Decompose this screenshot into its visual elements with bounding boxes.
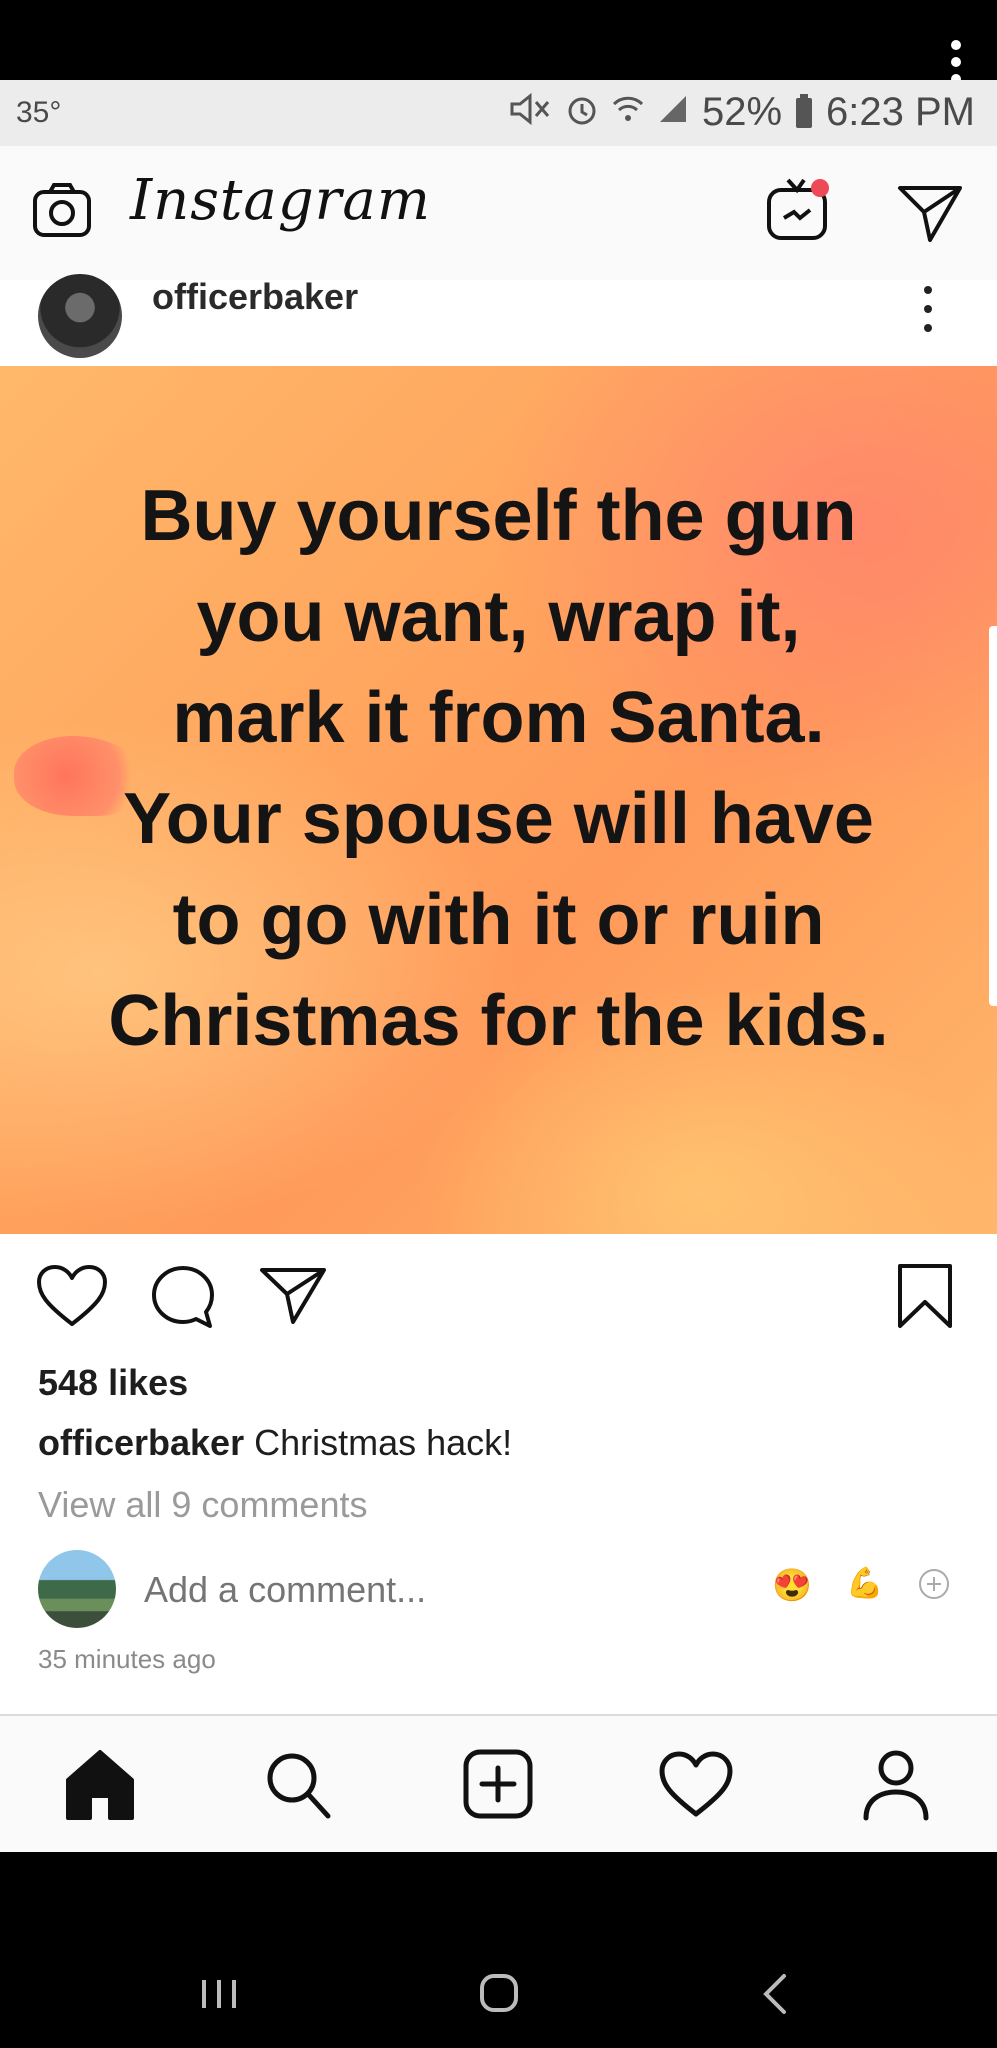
current-user-avatar (38, 1550, 116, 1628)
scroll-handle[interactable] (989, 626, 997, 1006)
bookmark-icon[interactable] (896, 1262, 954, 1330)
quick-emoji-muscle[interactable]: 💪 (846, 1566, 883, 1601)
camera-icon[interactable] (32, 182, 92, 238)
activity-heart-icon[interactable] (656, 1744, 736, 1824)
app-header: Instagram (0, 146, 997, 282)
battery-icon (796, 93, 813, 128)
quick-emoji-heart-eyes[interactable]: 😍 (772, 1566, 812, 1604)
mute-icon (508, 92, 552, 133)
post-body: 548 likes officerbaker Christmas hack! V… (0, 1234, 997, 1714)
post-caption: officerbaker Christmas hack! (38, 1422, 512, 1464)
like-heart-icon[interactable] (36, 1264, 108, 1328)
battery-percent: 52% (701, 90, 783, 134)
profile-icon[interactable] (856, 1744, 936, 1824)
back-icon[interactable] (760, 1972, 790, 2016)
caption-text: Christmas hack! (254, 1422, 513, 1463)
share-icon[interactable] (258, 1264, 328, 1326)
search-icon[interactable] (258, 1744, 338, 1824)
post-header: officerbaker (0, 274, 997, 366)
status-bar: 35° 52% 6:23 PM (0, 80, 997, 146)
post-image-text: Buy yourself the gun you want, wrap it, … (0, 466, 997, 1072)
top-black-strip (0, 0, 997, 84)
post-username[interactable]: officerbaker (152, 276, 358, 318)
avatar[interactable] (38, 274, 122, 358)
status-time: 6:23 PM (826, 90, 975, 134)
add-emoji-icon[interactable] (918, 1568, 950, 1600)
post-text-line: Buy yourself the gun (140, 476, 857, 556)
bottom-navigation (0, 1714, 997, 1854)
view-all-comments-link[interactable]: View all 9 comments (38, 1484, 367, 1526)
comment-icon[interactable] (150, 1264, 216, 1330)
alarm-icon (566, 92, 598, 133)
post-image[interactable]: Buy yourself the gun you want, wrap it, … (0, 366, 997, 1234)
caption-username[interactable]: officerbaker (38, 1422, 244, 1463)
likes-count[interactable]: 548 likes (38, 1362, 188, 1404)
recents-icon[interactable] (198, 1976, 240, 2012)
system-home-icon[interactable] (478, 1972, 520, 2014)
wifi-icon (612, 92, 644, 133)
post-timestamp: 35 minutes ago (38, 1644, 216, 1674)
post-text-line: mark it from Santa. (172, 678, 825, 758)
status-icons: 52% 6:23 PM (508, 90, 975, 135)
post-text-line: Christmas for the kids. (108, 981, 889, 1061)
instagram-logo: Instagram (130, 168, 431, 233)
overflow-menu-icon[interactable] (949, 40, 963, 84)
home-icon[interactable] (60, 1744, 140, 1824)
post-text-line: you want, wrap it, (196, 577, 801, 657)
comment-input[interactable] (144, 1564, 704, 1616)
system-navigation-bar (0, 1852, 997, 2048)
post-options-icon[interactable] (922, 286, 934, 332)
status-temperature: 35° (16, 96, 62, 129)
signal-icon (658, 94, 688, 131)
post-text-line: Your spouse will have (123, 779, 874, 859)
igtv-icon[interactable] (766, 176, 830, 242)
direct-message-icon[interactable] (896, 182, 964, 244)
post-text-line: to go with it or ruin (172, 880, 825, 960)
add-post-icon[interactable] (458, 1744, 538, 1824)
